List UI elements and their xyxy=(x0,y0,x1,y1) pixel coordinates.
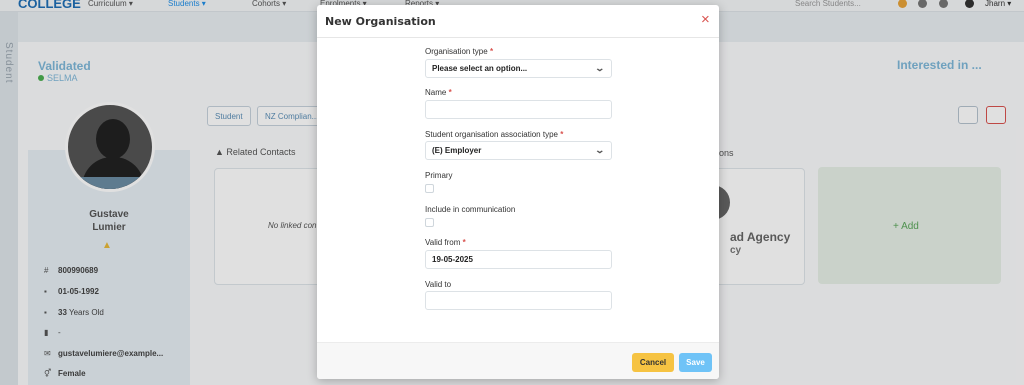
chevron-down-icon: ⌄ xyxy=(594,145,606,155)
cancel-button[interactable]: Cancel xyxy=(632,353,674,372)
valid-from-input[interactable]: 19-05-2025 xyxy=(425,250,612,269)
valid-to-input[interactable] xyxy=(425,291,612,310)
modal-title: New Organisation xyxy=(325,15,436,28)
include-comm-checkbox[interactable] xyxy=(425,218,434,227)
chevron-down-icon: ⌄ xyxy=(594,63,606,73)
name-label: Name * xyxy=(425,88,452,97)
save-button[interactable]: Save xyxy=(679,353,712,372)
org-type-value: Please select an option... xyxy=(432,64,528,73)
modal-divider xyxy=(317,37,719,38)
new-organisation-modal: New Organisation × Organisation type * P… xyxy=(317,5,719,379)
required-marker: * xyxy=(462,238,466,247)
name-input[interactable] xyxy=(425,100,612,119)
primary-checkbox[interactable] xyxy=(425,184,434,193)
close-icon[interactable]: × xyxy=(701,12,715,27)
primary-label: Primary xyxy=(425,171,453,180)
name-label-text: Name xyxy=(425,88,447,97)
assoc-type-value: (E) Employer xyxy=(432,146,482,155)
assoc-type-label-text: Student organisation association type xyxy=(425,130,558,139)
assoc-type-label: Student organisation association type * xyxy=(425,130,563,139)
modal-footer: Cancel Save xyxy=(317,342,719,379)
org-type-label: Organisation type * xyxy=(425,47,493,56)
required-marker: * xyxy=(448,88,452,97)
valid-to-label: Valid to xyxy=(425,280,452,289)
valid-from-label-text: Valid from xyxy=(425,238,461,247)
valid-from-label: Valid from * xyxy=(425,238,466,247)
required-marker: * xyxy=(489,47,494,56)
required-marker: * xyxy=(560,130,564,139)
org-type-label-text: Organisation type xyxy=(425,47,488,56)
include-comm-label: Include in communication xyxy=(425,205,516,214)
assoc-type-select[interactable]: (E) Employer ⌄ xyxy=(425,141,612,160)
org-type-select[interactable]: Please select an option... ⌄ xyxy=(425,59,612,78)
